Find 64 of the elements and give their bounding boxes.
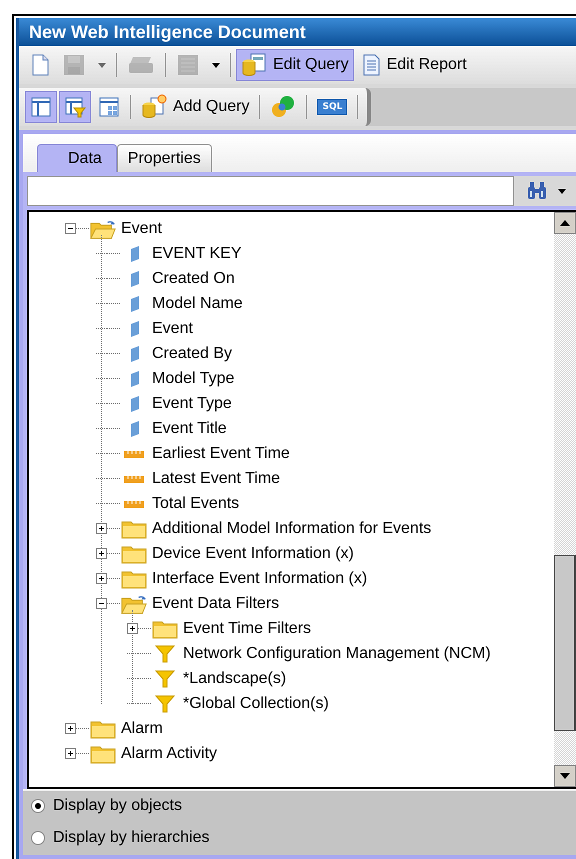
- scroll-down-button[interactable]: [554, 765, 576, 787]
- collapse-toggle[interactable]: [96, 598, 107, 609]
- down-arrow-icon: [560, 773, 570, 779]
- tab[interactable]: Data: [37, 144, 117, 172]
- caret-icon: [558, 188, 566, 194]
- grid-panel-icon: [98, 96, 120, 118]
- radio-option[interactable]: Display by objects: [31, 797, 576, 815]
- tree-item[interactable]: *Landscape(s): [183, 670, 286, 688]
- tree-item[interactable]: Event Type: [152, 394, 232, 412]
- search-field[interactable]: [27, 176, 514, 206]
- binoculars-icon: [526, 181, 548, 201]
- expand-toggle[interactable]: [96, 548, 107, 559]
- expand-toggle[interactable]: [65, 723, 76, 734]
- tree-item[interactable]: Event Title: [152, 420, 227, 438]
- scroll-up-button[interactable]: [554, 212, 576, 234]
- sql-button[interactable]: SQL: [312, 91, 352, 123]
- tree-item[interactable]: Network Configuration Management (NCM): [183, 644, 491, 662]
- edit-query-button[interactable]: Edit Query: [236, 49, 354, 81]
- tree-item[interactable]: Event: [121, 220, 162, 238]
- overlapping-balls-icon: [270, 94, 296, 120]
- radio-button[interactable]: [31, 831, 45, 845]
- tree-item[interactable]: Model Name: [152, 294, 243, 312]
- tree-item[interactable]: Device Event Information (x): [152, 544, 354, 562]
- tree-item[interactable]: Created On: [152, 270, 235, 288]
- layout-button[interactable]: [25, 91, 57, 123]
- tree-item[interactable]: Alarm Activity: [121, 744, 218, 762]
- collapse-toggle[interactable]: [65, 223, 76, 234]
- database-document-icon: [241, 52, 267, 78]
- tree-item[interactable]: Earliest Event Time: [152, 444, 290, 462]
- expand-toggle[interactable]: [96, 523, 107, 534]
- tree-item[interactable]: Created By: [152, 344, 232, 362]
- tree-item[interactable]: *Global Collection(s): [183, 694, 329, 712]
- tree-item[interactable]: Alarm: [121, 720, 163, 738]
- expand-toggle[interactable]: [127, 623, 138, 634]
- tree-item[interactable]: EVENT KEY: [152, 244, 242, 262]
- radio-button[interactable]: [31, 799, 45, 813]
- up-arrow-icon: [560, 220, 570, 226]
- tree-item[interactable]: Additional Model Information for Events: [152, 520, 432, 538]
- window-title: New Web Intelligence Document: [19, 18, 576, 46]
- tree-item[interactable]: Model Type: [152, 370, 234, 388]
- tree-item[interactable]: Event Time Filters: [183, 620, 312, 638]
- panel-layout-icon: [30, 96, 52, 118]
- tree-item[interactable]: Interface Event Information (x): [152, 570, 368, 588]
- document-icon: [360, 54, 381, 76]
- database-add-icon: [141, 94, 167, 120]
- tree-item[interactable]: Total Events: [152, 494, 240, 512]
- tree-item[interactable]: Event Data Filters: [152, 594, 280, 612]
- expand-toggle[interactable]: [65, 748, 76, 759]
- tab[interactable]: Properties: [116, 144, 212, 172]
- scrollbar[interactable]: [554, 212, 576, 787]
- radio-option[interactable]: Display by hierarchies: [31, 829, 576, 847]
- scrollbar-thumb[interactable]: [554, 555, 576, 731]
- caret-icon: [212, 62, 220, 68]
- filter-layout-button[interactable]: [59, 91, 91, 123]
- add-query-button[interactable]: Add Query: [136, 91, 254, 123]
- new-document-icon: [30, 54, 50, 76]
- expand-toggle[interactable]: [96, 573, 107, 584]
- tree-item[interactable]: Latest Event Time: [152, 470, 280, 488]
- caret-icon: [98, 62, 106, 68]
- edit-report-button[interactable]: Edit Report: [356, 49, 472, 81]
- list-view-icon: [176, 54, 200, 76]
- printer-icon: [127, 54, 155, 76]
- filter-panel-icon: [64, 96, 86, 118]
- tree-item[interactable]: Event: [152, 320, 193, 338]
